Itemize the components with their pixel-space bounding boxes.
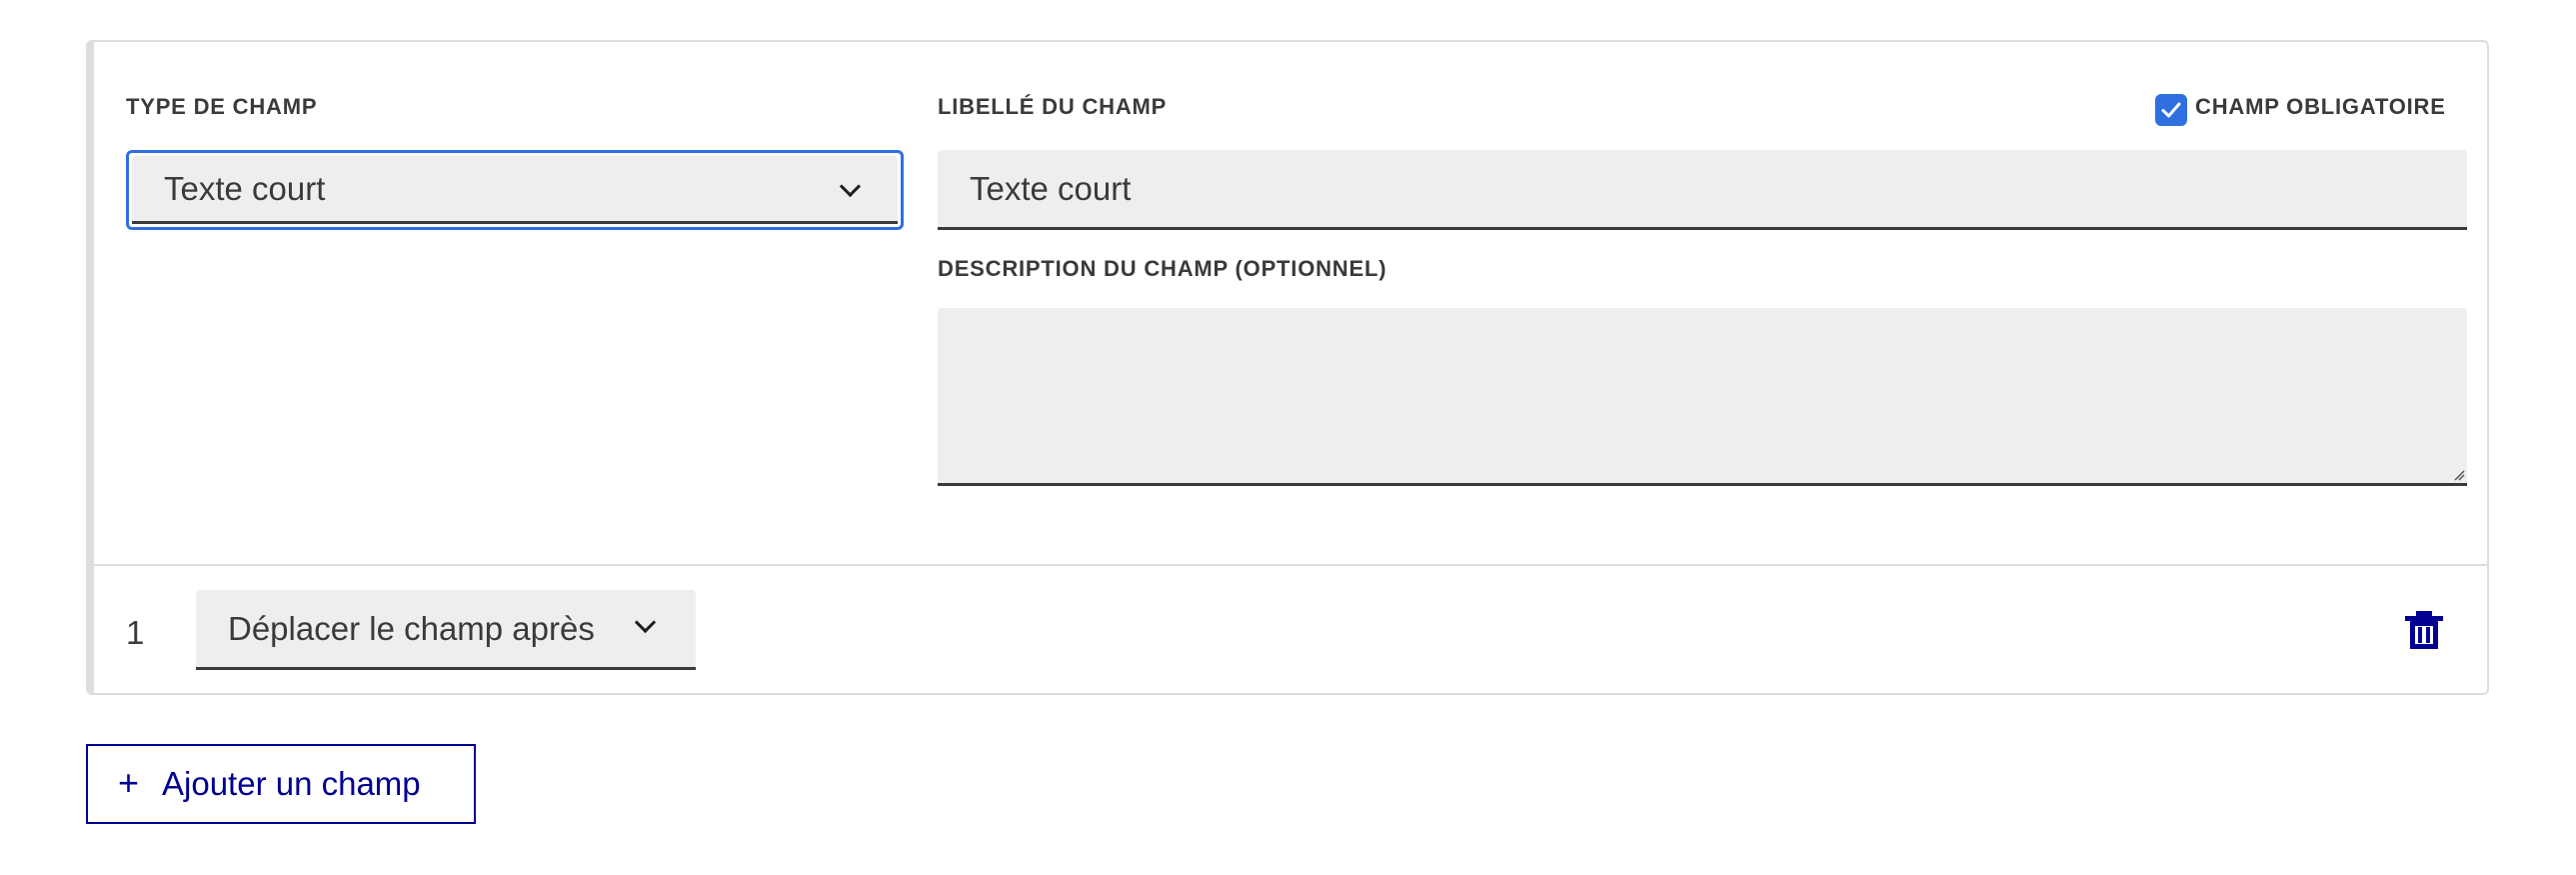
description-label: DESCRIPTION DU CHAMP (OPTIONNEL) (938, 256, 1387, 281)
move-field-select[interactable]: Déplacer le champ après (196, 590, 696, 670)
field-label-value: Texte court (970, 169, 1132, 207)
field-label-label: LIBELLÉ DU CHAMP (938, 94, 1168, 119)
chevron-down-icon (634, 611, 657, 634)
delete-field-button[interactable] (2401, 607, 2447, 653)
add-field-label: Ajouter un champ (162, 765, 421, 802)
description-textarea[interactable] (938, 308, 2467, 486)
field-type-select[interactable]: Texte court (126, 150, 904, 230)
trash-icon (2405, 611, 2443, 649)
plus-icon: + (118, 762, 140, 804)
field-label-input[interactable]: Texte court (938, 150, 2467, 230)
required-label[interactable]: CHAMP OBLIGATOIRE (2195, 94, 2446, 120)
required-checkbox[interactable] (2155, 94, 2187, 126)
field-type-select-box[interactable]: Texte court (132, 156, 898, 224)
add-field-button[interactable]: + Ajouter un champ (86, 744, 476, 824)
field-order-number: 1 (126, 614, 145, 651)
check-icon (2161, 102, 2181, 118)
chevron-down-icon (839, 175, 862, 198)
move-field-value: Déplacer le champ après (228, 609, 595, 647)
field-type-value: Texte court (164, 169, 326, 207)
resize-grip-icon[interactable] (2453, 469, 2465, 481)
field-card: TYPE DE CHAMP Texte court LIBELLÉ DU CHA… (86, 40, 2489, 695)
field-type-label: TYPE DE CHAMP (126, 94, 318, 119)
card-divider (94, 564, 2487, 566)
